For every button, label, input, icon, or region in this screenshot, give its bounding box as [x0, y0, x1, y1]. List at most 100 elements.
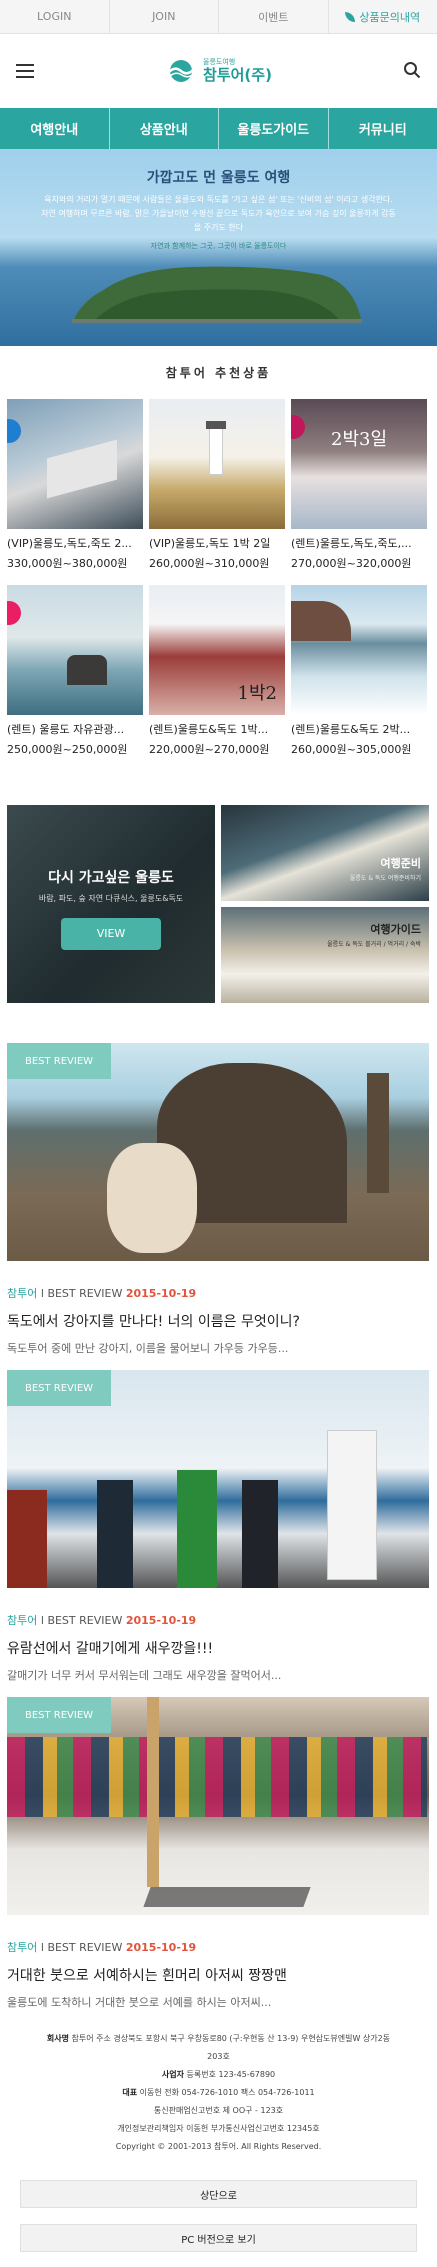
footer-mailorder: 통신판매업신고번호 제 OO구 - 123호 — [153, 2106, 284, 2115]
footer-buttons: 상단으로 PC 버전으로 보기 — [0, 2180, 437, 2252]
join-link[interactable]: JOIN — [110, 0, 219, 33]
product-card[interactable]: 1박2 (렌트)울릉도&독도 1박... 220,000원~270,000원 — [149, 585, 285, 757]
footer-company: 회사명 참투어 주소 경상북도 포항시 북구 우창동로80 (구:우현동 산 1… — [40, 2030, 397, 2066]
recommend-grid: (VIP)울릉도,독도,죽도 2... 330,000원~380,000원 (V… — [0, 399, 437, 757]
product-card[interactable]: (VIP)울릉도,독도 1박 2일 260,000원~310,000원 — [149, 399, 285, 571]
event-link[interactable]: 이벤트 — [219, 0, 329, 33]
review-date: 2015-10-19 — [125, 1287, 197, 1300]
footer-privacy: 개인정보관리책임자 이동헌 부가통신사업신고번호 12345호 — [117, 2124, 320, 2133]
view-button[interactable]: VIEW — [61, 918, 161, 950]
review-item[interactable]: BEST REVIEW 참투어 l BEST REVIEW 2015-10-19… — [0, 1370, 437, 1683]
product-price: 250,000원~250,000원 — [7, 743, 128, 756]
product-image: 1박2 — [149, 585, 285, 715]
banner-subtitle: 바람, 파도, 숲 자연 다큐식스, 울릉도&독도 — [38, 894, 184, 903]
review-title[interactable]: 유람선에서 갈매기에게 새우깡을!!! — [7, 1638, 437, 1658]
review-summary: 독도투어 중에 만난 강아지, 이름을 물어보니 가우등 가우등... — [7, 1342, 289, 1355]
top-bar: LOGIN JOIN 이벤트 상품문의내역 — [0, 0, 437, 34]
travel-guide-banner[interactable]: 여행가이드 울릉도 & 독도 볼거리 / 먹거리 / 숙박 — [221, 907, 429, 1003]
product-image: 2박3일 — [291, 399, 427, 529]
wave-logo-icon — [168, 60, 194, 82]
product-card[interactable]: (렌트)울릉도&독도 2박... 260,000원~305,000원 — [291, 585, 427, 757]
product-name: (VIP)울릉도,독도 1박 2일 — [149, 537, 271, 550]
footer-text: 참투어 주소 경상북도 포항시 북구 우창동로80 (구:우현동 산 13-9)… — [71, 2034, 391, 2061]
product-name: (렌트)울릉도&독도 1박... — [149, 723, 269, 736]
review-source: 참투어 — [7, 1614, 38, 1627]
nav-community[interactable]: 커뮤니티 — [329, 108, 437, 149]
product-image — [149, 399, 285, 529]
review-image: BEST REVIEW — [7, 1043, 429, 1261]
review-item[interactable]: BEST REVIEW 참투어 l BEST REVIEW 2015-10-19… — [0, 1043, 437, 1356]
review-item[interactable]: BEST REVIEW 참투어 l BEST REVIEW 2015-10-19… — [0, 1697, 437, 2010]
review-image: BEST REVIEW — [7, 1697, 429, 1915]
product-overlay-text: 1박2 — [237, 683, 277, 704]
review-title[interactable]: 독도에서 강아지를 만나다! 너의 이름은 무엇이니? — [7, 1311, 437, 1331]
best-review-badge: BEST REVIEW — [7, 1370, 111, 1406]
product-image — [7, 585, 143, 715]
product-card[interactable]: (VIP)울릉도,독도,죽도 2... 330,000원~380,000원 — [7, 399, 143, 571]
footer-copyright: Copyright © 2001-2013 참투어. All Rights Re… — [115, 2142, 322, 2151]
review-category: BEST REVIEW — [47, 1941, 123, 1954]
site-header: 울릉도여행 참투어(주) — [0, 34, 437, 108]
review-date: 2015-10-19 — [125, 1614, 197, 1627]
main-nav: 여행안내 상품안내 울릉도가이드 커뮤니티 — [0, 108, 437, 149]
product-price: 260,000원~310,000원 — [149, 557, 270, 570]
review-meta: 참투어 l BEST REVIEW 2015-10-19 — [7, 1614, 197, 1627]
guide-title: 여행가이드 — [370, 923, 421, 936]
product-price: 330,000원~380,000원 — [7, 557, 128, 570]
review-meta: 참투어 l BEST REVIEW 2015-10-19 — [7, 1287, 197, 1300]
best-review-badge: BEST REVIEW — [7, 1043, 111, 1079]
review-image: BEST REVIEW — [7, 1370, 429, 1588]
review-source: 참투어 — [7, 1287, 38, 1300]
product-price: 260,000원~305,000원 — [291, 743, 412, 756]
login-label: LOGIN — [37, 10, 72, 23]
product-price: 220,000원~270,000원 — [149, 743, 270, 756]
review-meta: 참투어 l BEST REVIEW 2015-10-19 — [7, 1941, 197, 1954]
search-icon[interactable] — [403, 61, 421, 79]
inquiry-label: 상품문의내역 — [359, 10, 421, 24]
product-name: (VIP)울릉도,독도,죽도 2... — [7, 537, 132, 550]
review-title[interactable]: 거대한 붓으로 서예하시는 흰머리 아저씨 짱짱맨 — [7, 1965, 437, 1985]
product-card[interactable]: 2박3일 (렌트)울릉도,독도,죽도,... 270,000원~320,000원 — [291, 399, 427, 571]
nav-guide[interactable]: 울릉도가이드 — [219, 108, 329, 149]
guide-subtitle: 울릉도 & 독도 볼거리 / 먹거리 / 숙박 — [327, 941, 421, 948]
site-logo[interactable]: 울릉도여행 참투어(주) — [165, 59, 272, 83]
product-image — [7, 399, 143, 529]
product-overlay-text: 2박3일 — [331, 429, 388, 450]
prep-subtitle: 울릉도 & 독도 여행준비하기 — [349, 875, 421, 882]
nav-products[interactable]: 상품안내 — [110, 108, 219, 149]
prep-title: 여행준비 — [380, 857, 421, 870]
travel-prep-banner[interactable]: 여행준비 울릉도 & 독도 여행준비하기 — [221, 805, 429, 901]
best-review-badge: BEST REVIEW — [7, 1697, 111, 1733]
footer-contact: 대표 이동헌 전화 054-726-1010 팩스 054-726-1011 — [40, 2084, 397, 2102]
join-label: JOIN — [152, 10, 176, 23]
footer-text: 등록번호 123-45-67890 — [186, 2070, 276, 2079]
review-category: BEST REVIEW — [47, 1287, 123, 1300]
footer-label: 회사명 — [46, 2034, 69, 2043]
leaf-icon — [345, 11, 356, 22]
pc-version-button[interactable]: PC 버전으로 보기 — [20, 2224, 417, 2252]
scroll-top-button[interactable]: 상단으로 — [20, 2180, 417, 2208]
product-name: (렌트)울릉도&독도 2박... — [291, 723, 411, 736]
hero-banner: 가깝고도 먼 울릉도 여행 육지와의 거리가 멀기 때문에 사람들은 울릉도와 … — [0, 149, 437, 346]
hero-title: 가깝고도 먼 울릉도 여행 — [146, 170, 291, 186]
product-card[interactable]: (렌트) 울릉도 자유관광... 250,000원~250,000원 — [7, 585, 143, 757]
product-name: (렌트)울릉도,독도,죽도,... — [291, 537, 412, 550]
footer-text: 이동헌 전화 054-726-1010 팩스 054-726-1011 — [139, 2088, 315, 2097]
product-price: 270,000원~320,000원 — [291, 557, 412, 570]
footer-business: 사업자 등록번호 123-45-67890 — [40, 2066, 397, 2084]
revisit-banner[interactable]: 다시 가고싶은 울릉도 바람, 파도, 숲 자연 다큐식스, 울릉도&독도 VI… — [7, 805, 215, 1003]
nav-travel-info[interactable]: 여행안내 — [0, 108, 110, 149]
banner-title: 다시 가고싶은 울릉도 — [48, 870, 174, 886]
hamburger-menu-icon[interactable] — [16, 64, 34, 78]
footer-label: 대표 — [122, 2088, 138, 2097]
site-footer: 회사명 참투어 주소 경상북도 포항시 북구 우창동로80 (구:우현동 산 1… — [0, 2030, 437, 2156]
hero-body: 육지와의 거리가 멀기 때문에 사람들은 울릉도와 독도를 '가고 싶은 섬' … — [41, 195, 396, 232]
event-label: 이벤트 — [258, 10, 289, 24]
review-summary: 울릉도에 도착하니 거대한 붓으로 서예를 하시는 아저씨... — [7, 1996, 272, 2009]
product-image — [291, 585, 427, 715]
recommend-title: 참투어 추천상품 — [165, 366, 272, 380]
inquiry-link[interactable]: 상품문의내역 — [329, 0, 437, 33]
login-link[interactable]: LOGIN — [0, 0, 110, 33]
review-summary: 갈매기가 너무 커서 무서워는데 그래도 새우깡을 잘먹어서... — [7, 1669, 282, 1682]
review-date: 2015-10-19 — [125, 1941, 197, 1954]
